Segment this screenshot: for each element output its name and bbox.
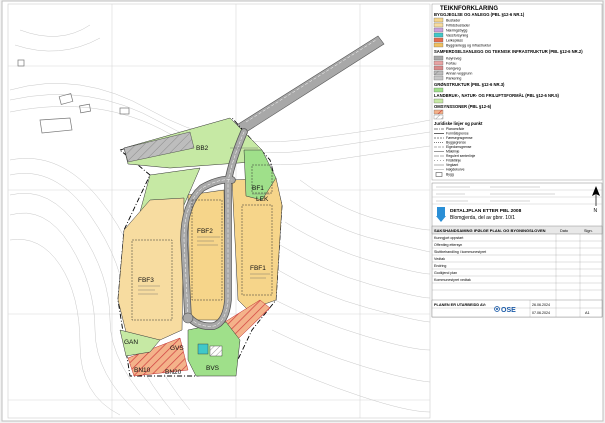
plan-type: DETALJPLAN ETTER PBL 2008 <box>450 208 522 214</box>
legend-line-8: Vegkant <box>446 163 458 167</box>
legend-item-bygg-anlegg: Bygg/anlegg og infrastruktur <box>446 44 492 48</box>
legend-line-4: Eigedomsgrense <box>446 145 472 149</box>
legend-line-10: Bygg <box>446 173 454 177</box>
footer-label: PLANEN ER UTARBEIDD AV: <box>434 303 486 307</box>
legend-item-bustader: Bustader <box>446 19 461 23</box>
zone-water <box>197 343 209 355</box>
plan-name: Blomgjerda, del av gbnr. 10/1 <box>450 215 515 221</box>
zone-label-bb2: BB2 <box>196 145 209 152</box>
handling-row-3: Vedtak <box>434 257 445 261</box>
zone-label-fbf3: FBF3 <box>138 277 154 284</box>
zone-label-lek: LEK <box>256 196 269 203</box>
legend-line-6: Regulert senterlinje <box>446 154 475 158</box>
zone-label-bn10: BN10 <box>134 367 151 374</box>
legend-swatch-agri <box>433 98 444 104</box>
legend-section-6: Juridiske linjer og punkt <box>434 121 483 126</box>
legend-swatch-hazard <box>433 109 444 115</box>
legend-section-4: LANDBRUK-, NATUR- OG FRILUFTSFORMÅL (PBL… <box>434 93 560 98</box>
handling-row-1: Offentleg ettersyn <box>434 243 462 247</box>
north-label: N <box>594 208 598 214</box>
col-sign: Sign. <box>584 229 593 233</box>
company-name: OSE <box>501 307 516 314</box>
zone-leisure-center <box>187 189 227 321</box>
legend-swatch-green <box>433 87 444 93</box>
zone-label-fbf2: FBF2 <box>197 228 213 235</box>
handling-row-2: Sluttbehandling i kommunestyret <box>434 250 486 254</box>
legend-section-2: SAMFERDSELSANLEGG OG TEKNISK INFRASTRUKT… <box>434 49 583 54</box>
legend-panel: TEIKNFORKLARING BYGGJEGLSE OG ANLEGG (PB… <box>431 3 603 181</box>
legend-item-fritidsbustader: Fritidsbustader <box>446 24 471 28</box>
handling-row-0: Kunngjort oppstart <box>434 236 463 240</box>
legend-item-vassforsyning: Vassforsyning <box>446 34 468 38</box>
legend-section-3: GRØNSTRUKTUR (PBL §12-6 NR.3) <box>434 82 505 87</box>
legend-item-parkering: Parkering <box>446 77 461 81</box>
legend-item-naeringsbygg: Næringsbygg <box>446 29 467 33</box>
zone-label-bf1: BF1 <box>252 185 264 192</box>
legend-line-7: Frisiktlinje <box>446 159 461 163</box>
handling-title: SAKSHANDSAMING IFØLGE PLAN- OG BYGNINGSL… <box>434 228 546 233</box>
handling-row-4: Endring <box>434 264 446 268</box>
legend-line-0: Planområde <box>446 127 464 131</box>
legend-line-3: Byggegrense <box>446 141 466 145</box>
zone-small-hatched <box>209 345 223 357</box>
zone-label-gvs: GVS <box>170 345 184 352</box>
legend-section-1: BYGGJEGLSE OG ANLEGG (PBL §12-6 NR.1) <box>434 12 525 17</box>
zone-label-fbf1: FBF1 <box>250 265 266 272</box>
legend-line-5: Målelinje <box>446 150 459 154</box>
legend-swatch-hatch <box>433 114 444 120</box>
handling-row-5: Godkjend plan <box>434 271 457 275</box>
footer-date-2: 07.06.2024 <box>532 311 550 315</box>
title-block: N DETALJPLAN ETTER PBL 2008 Blomgjerda, … <box>431 182 603 318</box>
legend-item-leikeplass: Leikeplass <box>446 39 463 43</box>
zoning-plan-sheet: BB2 BF1 FBF2 FBF3 FBF1 LEK BVS GAN GVS B… <box>1 0 604 422</box>
zone-label-bn20: BN20 <box>165 369 182 376</box>
zone-label-gan: GAN <box>124 339 138 346</box>
legend-line-2: Føresegnsgrense <box>446 136 473 140</box>
col-date: Dato <box>560 229 568 233</box>
legend-item-gangveg: Gangveg <box>446 67 461 71</box>
handling-row-6: Kommunestyret vedtak <box>434 278 471 282</box>
zone-label-bvs: BVS <box>206 365 220 372</box>
sheet-size: A1 <box>585 311 590 315</box>
legend-line-9: Høgdekurve <box>446 168 465 172</box>
legend-section-5: OMSYNSSONER (PBL §12-6) <box>434 104 492 109</box>
legend-line-1: Formålsgrense <box>446 132 469 136</box>
legend-item-fortau: Fortau <box>446 62 456 66</box>
legend-item-koyreveg: Køyreveg <box>446 57 461 61</box>
legend-item-annan-veggrunn: Annan veggrunn <box>446 72 472 76</box>
footer-date-1: 26.06.2024 <box>532 303 550 307</box>
